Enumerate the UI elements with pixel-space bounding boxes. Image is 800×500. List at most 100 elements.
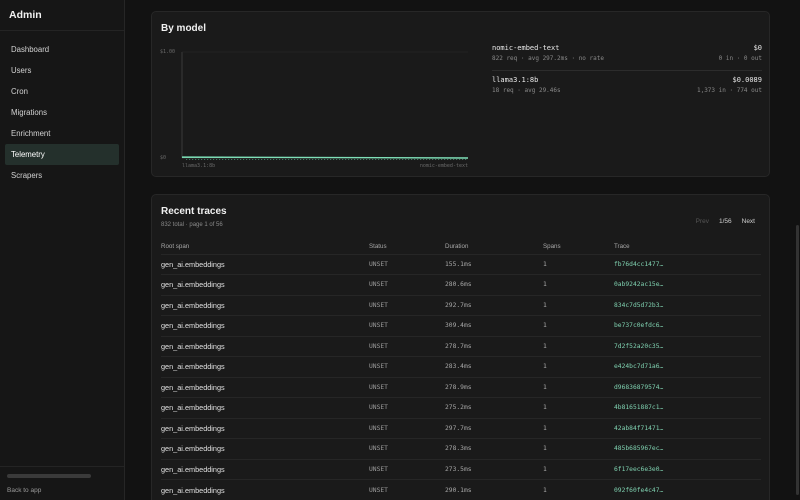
spans-cell: 1: [543, 417, 614, 439]
table-row[interactable]: gen_ai.embeddings UNSET 283.4ms 1 e424bc7d71…: [161, 356, 761, 377]
sidebar-item-scrapers[interactable]: Scrapers: [5, 165, 119, 186]
root-span-cell: gen_ai.embeddings: [161, 438, 369, 459]
cost-chart-svg: [181, 51, 469, 160]
spans-cell: 1: [543, 376, 614, 398]
table-row[interactable]: gen_ai.embeddings UNSET 309.4ms 1 be737c0efd…: [161, 315, 761, 336]
trace-id-link[interactable]: 42ab84f71471…: [614, 417, 761, 439]
root-span-cell: gen_ai.embeddings: [161, 253, 369, 275]
status-cell: UNSET: [369, 479, 445, 500]
traces-subtitle: 832 total · page 1 of 56: [161, 222, 223, 228]
model-cost: $0.0089: [732, 76, 762, 84]
spans-cell: 1: [543, 397, 614, 418]
spans-cell: 1: [543, 335, 614, 357]
status-cell: UNSET: [369, 376, 445, 398]
root-span-cell: gen_ai.embeddings: [161, 417, 369, 439]
sidebar-footer: Back to app: [0, 466, 124, 500]
spans-cell: 1: [543, 458, 614, 480]
scrollbar[interactable]: [796, 225, 799, 495]
root-span-cell: gen_ai.embeddings: [161, 274, 369, 295]
spans-cell: 1: [543, 438, 614, 459]
duration-cell: 309.4ms: [445, 315, 543, 336]
by-model-title: By model: [161, 23, 207, 34]
trace-id-link[interactable]: 6f17eec6e3e0…: [614, 458, 761, 480]
table-row[interactable]: gen_ai.embeddings UNSET 290.1ms 1 092f60fe4c…: [161, 479, 761, 500]
column-header-status: Status: [369, 243, 387, 251]
trace-id-link[interactable]: e424bc7d71a6…: [614, 356, 761, 377]
duration-cell: 278.7ms: [445, 335, 543, 357]
trace-id-link[interactable]: 485b685967ec…: [614, 438, 761, 459]
trace-id-link[interactable]: 834c7d5d72b3…: [614, 294, 761, 316]
trace-id-link[interactable]: 092f60fe4c47…: [614, 479, 761, 500]
root-span-cell: gen_ai.embeddings: [161, 335, 369, 357]
table-row[interactable]: gen_ai.embeddings UNSET 278.7ms 1 7d2f52a20c…: [161, 335, 761, 357]
trace-id-link[interactable]: fb76d4cc1477…: [614, 253, 761, 275]
status-cell: UNSET: [369, 335, 445, 357]
x-tick-label: llama3.1:8b: [182, 163, 216, 169]
sidebar-item-dashboard[interactable]: Dashboard: [5, 39, 119, 60]
sidebar-item-telemetry[interactable]: Telemetry: [5, 144, 119, 165]
duration-cell: 292.7ms: [445, 294, 543, 316]
duration-cell: 273.5ms: [445, 458, 543, 480]
main-content: By model $1.00 $0 llama3.1:8b nomic-embed-t…: [125, 0, 800, 500]
recent-traces-card: Recent traces 832 total · page 1 of 56 P…: [151, 194, 770, 500]
status-cell: UNSET: [369, 253, 445, 275]
user-email-redacted: [7, 474, 91, 478]
sidebar-nav: Dashboard Users Cron Migrations Enrichment Te…: [0, 31, 124, 186]
trace-id-link[interactable]: 7d2f52a20c35…: [614, 335, 761, 357]
back-to-app-link[interactable]: Back to app: [7, 487, 117, 494]
duration-cell: 283.4ms: [445, 356, 543, 377]
x-tick-label: nomic-embed-text: [419, 163, 468, 169]
column-header-trace: Trace: [614, 243, 630, 251]
trace-id-link[interactable]: be737c0efdc6…: [614, 315, 761, 336]
traces-header-row: Root span Status Duration Spans Trace: [161, 240, 761, 254]
prev-page-button[interactable]: Prev: [696, 218, 709, 225]
duration-cell: 280.6ms: [445, 274, 543, 295]
table-row[interactable]: gen_ai.embeddings UNSET 278.9ms 1 d968368795…: [161, 376, 761, 398]
y-tick-label: $1.00: [160, 49, 176, 55]
status-cell: UNSET: [369, 438, 445, 459]
table-row[interactable]: gen_ai.embeddings UNSET 155.1ms 1 fb76d4cc14…: [161, 253, 761, 275]
sidebar-item-users[interactable]: Users: [5, 60, 119, 81]
root-span-cell: gen_ai.embeddings: [161, 397, 369, 418]
model-cost: $0: [753, 44, 762, 52]
cost-chart: $1.00 $0 llama3.1:8b nomic-embed-text: [160, 49, 472, 169]
duration-cell: 155.1ms: [445, 253, 543, 275]
trace-id-link[interactable]: d96836879574…: [614, 376, 761, 398]
status-cell: UNSET: [369, 294, 445, 316]
sidebar-item-cron[interactable]: Cron: [5, 81, 119, 102]
table-row[interactable]: gen_ai.embeddings UNSET 278.3ms 1 485b685967…: [161, 438, 761, 459]
table-row[interactable]: gen_ai.embeddings UNSET 280.6ms 1 0ab9242ac1…: [161, 274, 761, 295]
trace-id-link[interactable]: 0ab9242ac15e…: [614, 274, 761, 295]
sidebar-item-migrations[interactable]: Migrations: [5, 102, 119, 123]
table-row[interactable]: gen_ai.embeddings UNSET 297.7ms 1 42ab84f714…: [161, 417, 761, 439]
sidebar-title: Admin: [0, 0, 124, 31]
status-cell: UNSET: [369, 458, 445, 480]
trace-id-link[interactable]: 4b81651887c1…: [614, 397, 761, 418]
next-page-button[interactable]: Next: [742, 218, 755, 225]
model-meta: 822 req · avg 297.2ms · no rate: [492, 55, 604, 62]
duration-cell: 275.2ms: [445, 397, 543, 418]
table-row[interactable]: gen_ai.embeddings UNSET 275.2ms 1 4b81651887…: [161, 397, 761, 418]
status-cell: UNSET: [369, 274, 445, 295]
spans-cell: 1: [543, 479, 614, 500]
model-name: nomic-embed-text: [492, 44, 560, 52]
root-span-cell: gen_ai.embeddings: [161, 356, 369, 377]
area-line: [181, 156, 469, 159]
model-meta: 18 req · avg 29.46s: [492, 87, 561, 94]
table-row[interactable]: gen_ai.embeddings UNSET 273.5ms 1 6f17eec6e3…: [161, 458, 761, 480]
spans-cell: 1: [543, 356, 614, 377]
table-row[interactable]: gen_ai.embeddings UNSET 292.7ms 1 834c7d5d72…: [161, 294, 761, 316]
page-indicator: 1/56: [718, 218, 732, 225]
by-model-card: By model $1.00 $0 llama3.1:8b nomic-embed-t…: [151, 11, 770, 177]
sidebar: Admin Dashboard Users Cron Migrations Enrich…: [0, 0, 125, 500]
model-row: llama3.1:8b $0.0089 18 req · avg 29.46s 1,3…: [492, 70, 762, 95]
pagination: Prev 1/56 Next: [696, 218, 755, 225]
duration-cell: 278.9ms: [445, 376, 543, 398]
traces-body: gen_ai.embeddings UNSET 155.1ms 1 fb76d4cc14…: [161, 253, 761, 500]
duration-cell: 297.7ms: [445, 417, 543, 439]
duration-cell: 278.3ms: [445, 438, 543, 459]
column-header-spans: Spans: [543, 243, 561, 251]
root-span-cell: gen_ai.embeddings: [161, 458, 369, 480]
sidebar-item-enrichment[interactable]: Enrichment: [5, 123, 119, 144]
duration-cell: 290.1ms: [445, 479, 543, 500]
